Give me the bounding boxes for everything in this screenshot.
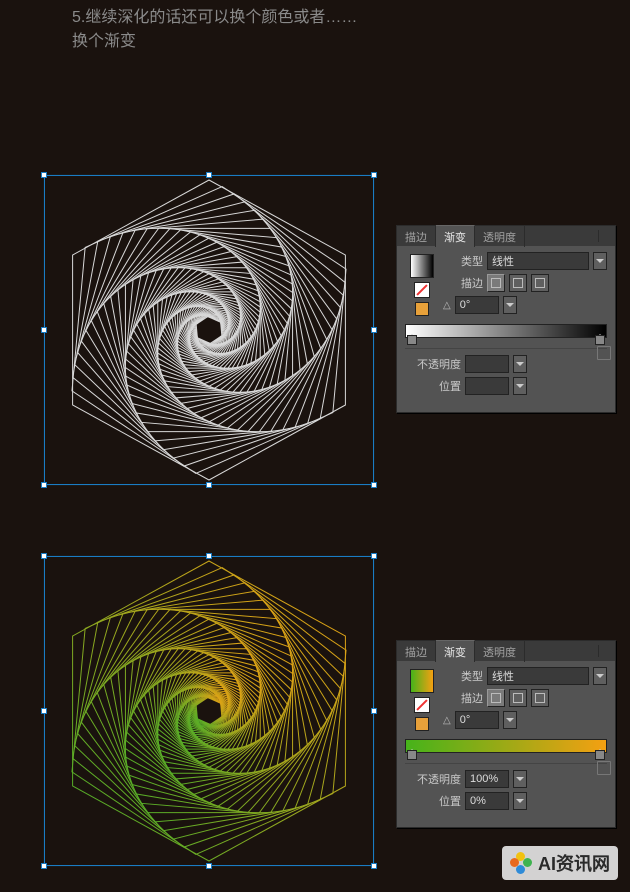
- angle-dropdown-arrow[interactable]: [503, 296, 517, 314]
- gradient-slider[interactable]: [405, 739, 607, 753]
- opacity-dropdown-arrow[interactable]: [513, 355, 527, 373]
- tab-transparency[interactable]: 透明度: [475, 641, 525, 662]
- stroke-within-icon[interactable]: [487, 689, 505, 707]
- type-dropdown[interactable]: 线性: [487, 252, 589, 270]
- reverse-gradient-icon[interactable]: [415, 717, 429, 731]
- tab-stroke[interactable]: 描边: [397, 226, 436, 247]
- stroke-across-icon[interactable]: [531, 689, 549, 707]
- delete-stop-icon[interactable]: [597, 346, 611, 360]
- reverse-gradient-icon[interactable]: [415, 302, 429, 316]
- location-label: 位置: [405, 378, 461, 394]
- type-dropdown-arrow[interactable]: [593, 667, 607, 685]
- watermark-text: AI资讯网: [538, 850, 610, 876]
- opacity-label: 不透明度: [405, 356, 461, 372]
- gradient-stop-right[interactable]: [595, 750, 605, 760]
- type-label: 类型: [443, 668, 483, 684]
- gradient-stop-left[interactable]: [407, 335, 417, 345]
- tab-gradient[interactable]: 渐变: [436, 225, 475, 247]
- panel-tabs: 描边 渐变 透明度: [397, 226, 615, 246]
- location-dropdown-arrow[interactable]: [513, 377, 527, 395]
- tutorial-heading: 5.继续深化的话还可以换个颜色或者…… 换个渐变: [72, 6, 357, 54]
- opacity-field[interactable]: 100%: [465, 770, 509, 788]
- gradient-panel-1: 描边 渐变 透明度 类型 线性 描边: [396, 225, 616, 413]
- angle-icon: △: [443, 300, 451, 311]
- fill-none-swatch[interactable]: [414, 697, 430, 713]
- swatch-column: [405, 669, 439, 731]
- gradient-swatch[interactable]: [410, 669, 434, 693]
- tab-transparency[interactable]: 透明度: [475, 226, 525, 247]
- watermark-logo: AI资讯网: [502, 846, 618, 880]
- angle-field[interactable]: 0°: [455, 711, 499, 729]
- stroke-along-icon[interactable]: [509, 689, 527, 707]
- gradient-stop-right[interactable]: [595, 335, 605, 345]
- gradient-panel-2: 描边 渐变 透明度 类型 线性 描边: [396, 640, 616, 828]
- location-dropdown-arrow[interactable]: [513, 792, 527, 810]
- location-field[interactable]: [465, 377, 509, 395]
- opacity-dropdown-arrow[interactable]: [513, 770, 527, 788]
- gradient-slider[interactable]: [405, 324, 607, 338]
- stroke-along-icon[interactable]: [509, 274, 527, 292]
- angle-dropdown-arrow[interactable]: [503, 711, 517, 729]
- heading-line-2: 换个渐变: [72, 33, 136, 50]
- hexagon-spiral-gradient: [44, 556, 374, 866]
- fill-none-swatch[interactable]: [414, 282, 430, 298]
- swatch-column: [405, 254, 439, 316]
- artboard-selection-2[interactable]: [44, 556, 374, 866]
- location-field[interactable]: 0%: [465, 792, 509, 810]
- angle-icon: △: [443, 715, 451, 726]
- angle-field[interactable]: 0°: [455, 296, 499, 314]
- opacity-label: 不透明度: [405, 771, 461, 787]
- heading-line-1: 5.继续深化的话还可以换个颜色或者……: [72, 9, 357, 26]
- gradient-swatch[interactable]: [410, 254, 434, 278]
- type-dropdown[interactable]: 线性: [487, 667, 589, 685]
- artboard-selection-1[interactable]: [44, 175, 374, 485]
- gradient-stop-left[interactable]: [407, 750, 417, 760]
- opacity-field[interactable]: [465, 355, 509, 373]
- location-label: 位置: [405, 793, 461, 809]
- type-dropdown-arrow[interactable]: [593, 252, 607, 270]
- panel-tabs: 描边 渐变 透明度: [397, 641, 615, 661]
- stroke-label: 描边: [443, 275, 483, 291]
- type-label: 类型: [443, 253, 483, 269]
- stroke-across-icon[interactable]: [531, 274, 549, 292]
- delete-stop-icon[interactable]: [597, 761, 611, 775]
- flower-icon: [510, 852, 532, 874]
- stroke-within-icon[interactable]: [487, 274, 505, 292]
- tab-gradient[interactable]: 渐变: [436, 640, 475, 662]
- stroke-label: 描边: [443, 690, 483, 706]
- hexagon-spiral-white: [44, 175, 374, 485]
- tab-stroke[interactable]: 描边: [397, 641, 436, 662]
